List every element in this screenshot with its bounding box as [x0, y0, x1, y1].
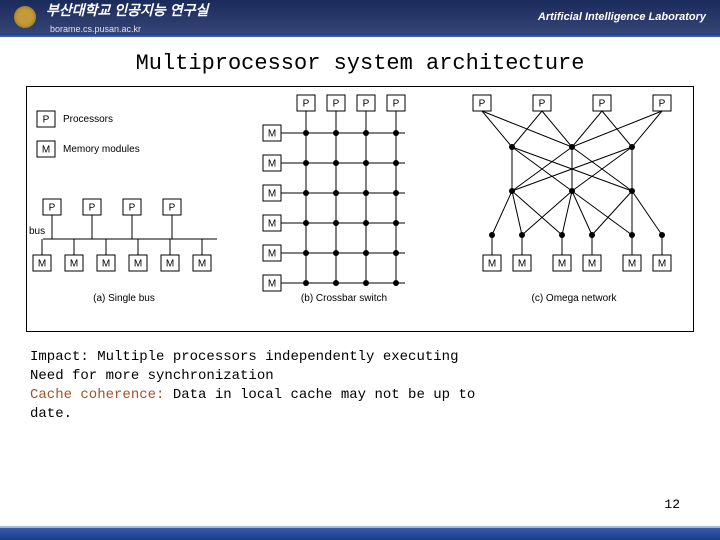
- svg-text:M: M: [198, 259, 206, 270]
- svg-text:P: P: [43, 115, 50, 126]
- line-4: date.: [30, 405, 690, 424]
- svg-text:M: M: [588, 259, 596, 270]
- line-1: Impact: Multiple processors independentl…: [30, 348, 690, 367]
- svg-text:M: M: [658, 259, 666, 270]
- page-number: 12: [664, 497, 680, 512]
- caption-a: (a) Single bus: [93, 293, 155, 304]
- svg-text:M: M: [268, 129, 276, 140]
- caption-c: (c) Omega network: [531, 293, 617, 304]
- header: 부산대학교 인공지능 연구실 borame.cs.pusan.ac.kr Art…: [0, 0, 720, 34]
- org-url: borame.cs.pusan.ac.kr: [50, 24, 141, 34]
- caption-b: (b) Crossbar switch: [301, 293, 387, 304]
- svg-text:P: P: [129, 203, 136, 214]
- page-title: Multiprocessor system architecture: [26, 51, 694, 76]
- svg-text:Processors: Processors: [63, 114, 113, 125]
- svg-text:M: M: [268, 249, 276, 260]
- svg-text:M: M: [166, 259, 174, 270]
- svg-text:P: P: [303, 99, 310, 110]
- svg-text:P: P: [169, 203, 176, 214]
- figure-frame: P Processors M Memory modules P P P P bu…: [26, 86, 694, 332]
- svg-text:P: P: [539, 99, 546, 110]
- svg-text:M: M: [518, 259, 526, 270]
- architecture-diagram: P Processors M Memory modules P P P P bu…: [29, 91, 689, 321]
- diagram-omega: P P P P M M M M M M: [473, 95, 671, 304]
- line-3: Cache coherence: Data in local cache may…: [30, 386, 690, 405]
- svg-text:P: P: [393, 99, 400, 110]
- svg-text:P: P: [659, 99, 666, 110]
- footer-bar: [0, 526, 720, 540]
- svg-text:M: M: [42, 145, 50, 156]
- svg-text:bus: bus: [29, 226, 45, 237]
- svg-text:M: M: [488, 259, 496, 270]
- svg-text:P: P: [599, 99, 606, 110]
- logo-icon: [14, 6, 36, 28]
- header-text: 부산대학교 인공지능 연구실 borame.cs.pusan.ac.kr: [46, 0, 208, 35]
- svg-text:M: M: [38, 259, 46, 270]
- diagram-single-bus: P Processors M Memory modules P P P P bu…: [29, 111, 217, 304]
- svg-text:P: P: [49, 203, 56, 214]
- svg-text:M: M: [102, 259, 110, 270]
- svg-text:M: M: [268, 159, 276, 170]
- diagram-crossbar: P P P P M M M M M M: [263, 95, 405, 304]
- svg-text:M: M: [268, 219, 276, 230]
- line-2: Need for more synchronization: [30, 367, 690, 386]
- svg-text:M: M: [268, 189, 276, 200]
- svg-text:P: P: [363, 99, 370, 110]
- svg-text:P: P: [89, 203, 96, 214]
- svg-text:M: M: [134, 259, 142, 270]
- svg-text:M: M: [70, 259, 78, 270]
- svg-text:M: M: [558, 259, 566, 270]
- svg-text:M: M: [628, 259, 636, 270]
- svg-text:P: P: [333, 99, 340, 110]
- svg-text:Memory modules: Memory modules: [63, 144, 140, 155]
- org-title: 부산대학교 인공지능 연구실: [46, 2, 208, 18]
- svg-text:M: M: [268, 279, 276, 290]
- lab-name: Artificial Intelligence Laboratory: [538, 11, 706, 23]
- svg-text:P: P: [479, 99, 486, 110]
- body-text: Impact: Multiple processors independentl…: [30, 348, 690, 424]
